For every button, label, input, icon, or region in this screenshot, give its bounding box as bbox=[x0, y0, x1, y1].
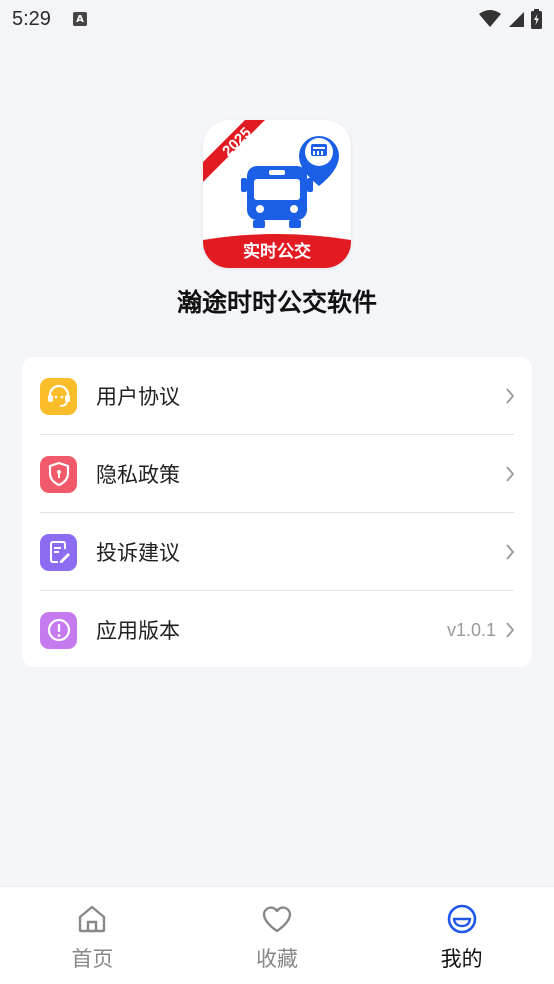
headset-icon bbox=[40, 377, 77, 415]
menu-item-label: 投诉建议 bbox=[96, 541, 180, 565]
menu-item-label: 隐私政策 bbox=[96, 463, 180, 487]
signal-icon bbox=[509, 12, 524, 27]
tab-label: 我的 bbox=[440, 947, 483, 971]
chevron-right-icon bbox=[502, 622, 518, 638]
bottom-tab-bar: 首页 收藏 我的 bbox=[0, 886, 554, 984]
menu-item-user-agreement[interactable]: 用户协议 bbox=[22, 357, 532, 435]
menu-item-label: 用户协议 bbox=[96, 385, 180, 409]
heart-icon bbox=[261, 903, 293, 935]
app-name: 瀚途时时公交软件 bbox=[176, 288, 377, 317]
menu-item-label: 应用版本 bbox=[96, 619, 180, 643]
tab-label: 收藏 bbox=[256, 947, 298, 971]
menu-item-feedback[interactable]: 投诉建议 bbox=[22, 513, 532, 591]
chevron-right-icon bbox=[502, 544, 518, 560]
shield-icon bbox=[40, 455, 77, 493]
app-version-value: v1.0.1 bbox=[446, 619, 496, 640]
edit-document-icon bbox=[40, 533, 77, 571]
menu-item-privacy-policy[interactable]: 隐私政策 bbox=[22, 435, 532, 513]
menu-item-app-version[interactable]: 应用版本 v1.0.1 bbox=[22, 591, 532, 669]
profile-icon bbox=[446, 903, 478, 935]
tab-label: 首页 bbox=[71, 947, 114, 971]
chevron-right-icon bbox=[502, 388, 518, 404]
tab-mine[interactable]: 我的 bbox=[369, 887, 554, 984]
bus-logo-icon: 2025 实时公交 bbox=[203, 120, 351, 268]
tab-home[interactable]: 首页 bbox=[0, 887, 185, 984]
status-time: 5:29 bbox=[12, 7, 51, 30]
app-logo: 2025 实时公交 bbox=[203, 120, 351, 268]
wifi-icon bbox=[479, 10, 501, 27]
a-letter-icon: A bbox=[72, 12, 87, 26]
info-exclamation-icon bbox=[40, 611, 77, 649]
home-icon bbox=[76, 903, 108, 935]
chevron-right-icon bbox=[502, 466, 518, 482]
logo-banner-text: 实时公交 bbox=[243, 241, 311, 262]
battery-icon bbox=[531, 9, 542, 29]
menu-card: 用户协议 隐私政策 投诉建议 应用版本 v1.0.1 bbox=[22, 357, 532, 667]
tab-favorites[interactable]: 收藏 bbox=[185, 887, 370, 984]
status-bar: 5:29 A bbox=[0, 0, 554, 38]
status-indicators bbox=[479, 9, 542, 29]
